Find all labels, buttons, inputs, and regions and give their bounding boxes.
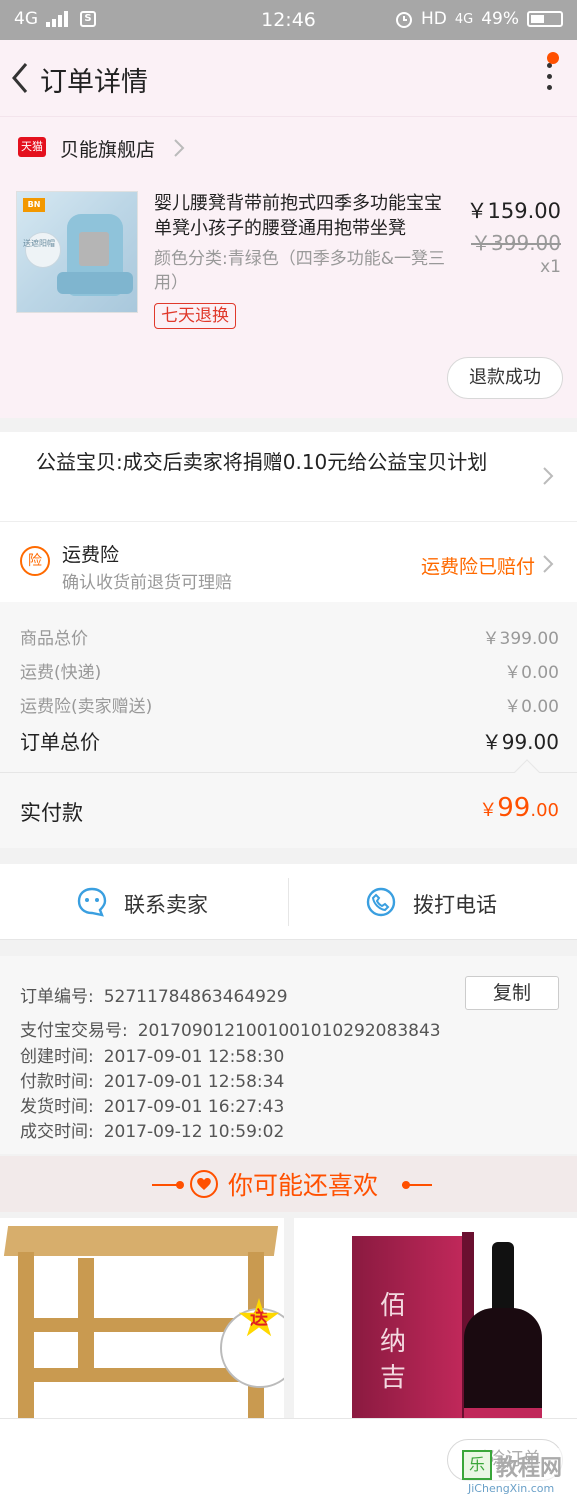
nav-bar: 订单详情 xyxy=(0,40,577,116)
alipay-number-row: 支付宝交易号: 2017090121001001010292083843 xyxy=(20,1016,441,1041)
paid-amount-row: 实付款 ￥99.00 xyxy=(0,772,577,848)
recommend-grid: 送 佰纳吉 xyxy=(0,1218,577,1418)
summary-label: 运费(快递) xyxy=(20,663,102,683)
created-time-row: 创建时间: 2017-09-01 12:58:30 xyxy=(20,1042,284,1067)
watermark: 乐 教程网 JiChengXin.com xyxy=(462,1448,574,1498)
chat-icon xyxy=(77,887,107,917)
info-label: 订单编号: xyxy=(20,987,94,1007)
network-indicator-right: 4G xyxy=(454,11,474,27)
insurance-title: 运费险 xyxy=(62,544,120,566)
page-title: 订单详情 xyxy=(40,67,148,98)
recommend-title: 你可能还喜欢 xyxy=(228,1171,379,1200)
recommend-item-wine[interactable]: 佰纳吉 xyxy=(294,1218,577,1418)
chevron-right-icon xyxy=(543,555,554,573)
summary-label: 商品总价 xyxy=(20,629,88,649)
summary-label: 运费险(卖家赠送) xyxy=(20,697,153,717)
recommend-header: 你可能还喜欢 xyxy=(0,1156,577,1212)
heart-icon xyxy=(190,1170,218,1198)
summary-value: ￥0.00 xyxy=(504,663,559,683)
battery-percent: 49% xyxy=(481,9,519,29)
info-value: 2017-09-01 16:27:43 xyxy=(103,1097,285,1117)
back-icon[interactable] xyxy=(6,58,34,98)
call-phone-button[interactable]: 拨打电话 xyxy=(289,864,577,940)
product-quantity: x1 xyxy=(540,257,561,277)
copy-button[interactable]: 复制 xyxy=(465,976,559,1010)
shop-card: 天猫 贝能旗舰店 BN 送遮阳帽 婴儿腰凳背带前抱式四季多功能宝宝单凳小孩子的腰… xyxy=(0,116,577,418)
charity-text: 公益宝贝:成交后卖家将捐赠0.10元给公益宝贝计划 xyxy=(36,450,488,474)
contact-seller-label: 联系卖家 xyxy=(124,893,208,917)
contact-bar: 联系卖家 拨打电话 xyxy=(0,864,577,940)
status-bar: 4G S 12:46 HD 4G 49% xyxy=(0,0,577,40)
battery-icon xyxy=(527,11,563,27)
product-spec: 颜色分类:青绿色（四季多功能&一凳三用） xyxy=(154,249,445,293)
insurance-status: 运费险已赔付 xyxy=(420,556,535,578)
info-label: 成交时间: xyxy=(20,1122,94,1142)
price-summary: 商品总价 ￥399.00 运费(快递) ￥0.00 运费险(卖家赠送) ￥0.0… xyxy=(0,602,577,772)
product-title[interactable]: 婴儿腰凳背带前抱式四季多功能宝宝单凳小孩子的腰登通用抱带坐凳 xyxy=(154,191,454,241)
order-total-label: 订单总价 xyxy=(20,730,100,754)
order-info: 订单编号: 52711784863464929 复制 支付宝交易号: 2017090… xyxy=(0,956,577,1154)
shipping-insurance-row[interactable]: 险 运费险 确认收货前退货可理赔 运费险已赔付 xyxy=(0,522,577,602)
phone-icon xyxy=(366,887,396,917)
return-policy-badge: 七天退换 xyxy=(154,303,236,329)
alarm-icon xyxy=(395,12,412,28)
recommend-item-stool[interactable]: 送 xyxy=(0,1218,284,1418)
completed-time-row: 成交时间: 2017-09-12 10:59:02 xyxy=(20,1117,284,1142)
paid-label: 实付款 xyxy=(20,801,83,825)
tmall-badge: 天猫 xyxy=(18,137,46,157)
shop-name: 贝能旗舰店 xyxy=(60,139,156,161)
watermark-text: 教程网 xyxy=(496,1456,563,1481)
info-value: 2017-09-01 12:58:34 xyxy=(103,1072,285,1092)
info-label: 创建时间: xyxy=(20,1047,94,1067)
contact-seller-button[interactable]: 联系卖家 xyxy=(0,864,288,940)
order-number-row: 订单编号: 52711784863464929 xyxy=(20,982,288,1007)
more-icon[interactable] xyxy=(543,60,555,96)
info-value: 52711784863464929 xyxy=(103,987,288,1007)
shop-row[interactable]: 天猫 贝能旗舰店 xyxy=(0,117,577,177)
image-caption: 送遮阳帽 xyxy=(23,239,55,248)
status-right: HD 4G 49% xyxy=(395,9,563,29)
info-label: 发货时间: xyxy=(20,1097,94,1117)
info-label: 付款时间: xyxy=(20,1072,94,1092)
insurance-icon: 险 xyxy=(20,546,50,576)
wine-box-text: 佰纳吉 xyxy=(380,1291,407,1393)
summary-value: ￥399.00 xyxy=(482,629,559,649)
summary-row: 运费险(卖家赠送) ￥0.00 xyxy=(20,692,559,718)
paid-amount: ￥99.00 xyxy=(479,793,559,823)
info-value: 2017-09-12 10:59:02 xyxy=(103,1122,285,1142)
info-value: 2017090121001001010292083843 xyxy=(137,1021,441,1041)
order-total-value: ￥99.00 xyxy=(481,730,559,754)
chevron-right-icon xyxy=(174,139,185,157)
paid-time-row: 付款时间: 2017-09-01 12:58:34 xyxy=(20,1067,284,1092)
charity-row[interactable]: 公益宝贝:成交后卖家将捐赠0.10元给公益宝贝计划 xyxy=(0,432,577,522)
notification-dot xyxy=(547,52,559,64)
refund-status-button[interactable]: 退款成功 xyxy=(447,357,563,399)
product-price: ￥159.00 xyxy=(466,199,561,223)
watermark-logo: 乐 xyxy=(462,1450,492,1480)
product-image[interactable]: BN 送遮阳帽 xyxy=(16,191,138,313)
summary-row: 商品总价 ￥399.00 xyxy=(20,624,559,650)
info-label: 支付宝交易号: xyxy=(20,1021,128,1041)
hd-indicator: HD xyxy=(420,9,447,29)
chevron-right-icon xyxy=(543,467,554,485)
summary-value: ￥0.00 xyxy=(504,697,559,717)
info-value: 2017-09-01 12:58:30 xyxy=(103,1047,285,1067)
watermark-url: JiChengXin.com xyxy=(468,1482,555,1495)
insurance-subtitle: 确认收货前退货可理赔 xyxy=(62,573,232,593)
call-phone-label: 拨打电话 xyxy=(413,893,497,917)
shipped-time-row: 发货时间: 2017-09-01 16:27:43 xyxy=(20,1092,284,1117)
summary-row: 运费(快递) ￥0.00 xyxy=(20,658,559,684)
brand-logo: BN xyxy=(23,198,45,212)
original-price: ￥399.00 xyxy=(471,231,561,255)
order-total-row: 订单总价 ￥99.00 xyxy=(20,726,559,754)
